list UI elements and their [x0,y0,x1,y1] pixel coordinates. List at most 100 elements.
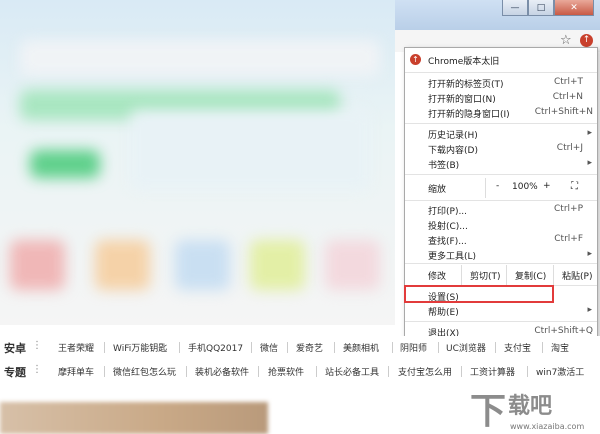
copy-label: 复制(C) [515,272,547,282]
row-link[interactable]: 淘宝 [551,341,569,354]
maximize-icon[interactable]: □ [528,0,554,16]
menu-item-downloads[interactable]: 下载内容(D) Ctrl+J [405,141,597,156]
outdated-chrome-label: Chrome版本太旧 [428,57,500,67]
menu-item-shortcut: Ctrl+F [554,234,583,244]
menu-item-label: 打开新的窗口(N) [428,95,496,105]
menu-separator [405,200,597,201]
row-divider [388,366,389,377]
menu-item-cast[interactable]: 投射(C)... [405,217,597,232]
submenu-arrow-icon: ▸ [587,249,592,259]
menu-item-print[interactable]: 打印(P)... Ctrl+P [405,202,597,217]
update-menu-icon[interactable]: ↑ [580,34,593,47]
zoom-controls: - 100% + [485,178,570,198]
row-link[interactable]: 抢票软件 [268,365,304,378]
menu-item-label: 投射(C)... [428,222,468,232]
row-link[interactable]: 微信 [260,341,278,354]
row-link[interactable]: 摩拜单车 [58,365,94,378]
menu-item-shortcut: Ctrl+T [553,77,583,87]
row-divider [495,342,496,353]
menu-item-new-tab[interactable]: 打开新的标签页(T) Ctrl+T [405,75,597,90]
submenu-arrow-icon: ▸ [587,305,592,315]
menu-item-label: 打开新的标签页(T) [428,80,504,90]
row-link[interactable]: win7激活工 [536,365,584,378]
row-divider [179,342,180,353]
row-arrow-icon: ⋮ [32,340,42,351]
row-title: 专题 [4,366,26,379]
menu-separator [405,174,597,175]
zoom-row: 缩放 - 100% + ⛶ [405,178,597,198]
menu-item-label: 查找(F)... [428,237,467,247]
menu-item-label: 更多工具(L) [428,252,477,262]
menu-item-label: 历史记录(H) [428,131,478,141]
android-row: 安卓 ⋮ 王者荣耀 WiFi万能钥匙 手机QQ2017 微信 爱奇艺 美颜相机 … [0,336,600,358]
menu-item-shortcut: Ctrl+Shift+N [534,107,593,117]
close-icon[interactable]: ✕ [554,0,594,16]
menu-item-label: 帮助(E) [428,308,459,318]
menu-item-help[interactable]: 帮助(E) ▸ [405,303,597,318]
menu-item-incognito[interactable]: 打开新的隐身窗口(I) Ctrl+Shift+N [405,105,597,120]
outdated-chrome-banner[interactable]: ↑ Chrome版本太旧 [405,48,597,72]
row-link[interactable]: 支付宝怎么用 [398,365,452,378]
menu-item-history[interactable]: 历史记录(H) ▸ [405,126,597,141]
row-link[interactable]: 站长必备工具 [325,365,379,378]
row-link[interactable]: 支付宝 [504,341,531,354]
window-controls: — □ ✕ [502,0,594,16]
menu-item-find[interactable]: 查找(F)... Ctrl+F [405,232,597,247]
minimize-icon[interactable]: — [502,0,528,16]
menu-item-shortcut: Ctrl+N [552,92,583,102]
zoom-in-button[interactable]: + [543,181,551,191]
row-link[interactable]: 手机QQ2017 [188,341,243,354]
zoom-out-button[interactable]: - [496,181,499,191]
copy-button[interactable]: 复制(C) [506,265,554,285]
row-divider [186,366,187,377]
row-divider [334,342,335,353]
row-divider [104,366,105,377]
menu-separator [405,123,597,124]
watermark-url: www.xiazaiba.com [510,422,585,431]
submenu-arrow-icon: ▸ [587,128,592,138]
star-icon[interactable]: ☆ [560,33,572,48]
row-divider [258,366,259,377]
blurred-banner-image [0,402,268,434]
menu-separator [405,263,597,264]
row-link[interactable]: 王者荣耀 [58,341,94,354]
submenu-arrow-icon: ▸ [587,158,592,168]
row-divider [438,342,439,353]
row-link[interactable]: 爱奇艺 [296,341,323,354]
watermark-text: 载吧 [508,394,553,419]
paste-label: 粘贴(P) [562,272,593,282]
row-link[interactable]: 装机必备软件 [195,365,249,378]
row-title: 安卓 [4,342,26,355]
row-divider [104,342,105,353]
menu-item-bookmarks[interactable]: 书签(B) ▸ [405,156,597,171]
menu-separator [405,72,597,73]
menu-item-more-tools[interactable]: 更多工具(L) ▸ [405,247,597,262]
settings-highlight-box [404,285,554,303]
menu-item-new-window[interactable]: 打开新的窗口(N) Ctrl+N [405,90,597,105]
edit-label: 修改 [428,272,447,282]
row-divider [527,366,528,377]
zoom-label: 缩放 [428,185,447,195]
menu-item-label: 书签(B) [428,161,460,171]
row-divider [251,342,252,353]
row-link[interactable]: 工资计算器 [470,365,515,378]
row-link[interactable]: 阴阳师 [400,341,427,354]
row-divider [461,366,462,377]
menu-item-label: 下载内容(D) [428,146,478,156]
cut-label: 剪切(T) [470,272,501,282]
row-divider [542,342,543,353]
menu-separator [405,321,597,322]
fullscreen-icon[interactable]: ⛶ [571,181,583,193]
menu-item-shortcut: Ctrl+J [556,143,583,153]
menu-item-label: 打印(P)... [428,207,468,217]
row-divider [287,342,288,353]
row-link[interactable]: 美颜相机 [343,341,379,354]
topics-row: 专题 ⋮ 摩拜单车 微信红包怎么玩 装机必备软件 抢票软件 站长必备工具 支付宝… [0,360,600,382]
paste-button[interactable]: 粘贴(P) [553,265,598,285]
row-divider [392,342,393,353]
row-link[interactable]: WiFi万能钥匙 [113,341,167,354]
row-link[interactable]: 微信红包怎么玩 [113,365,176,378]
cut-button[interactable]: 剪切(T) [461,265,507,285]
row-divider [316,366,317,377]
row-link[interactable]: UC浏览器 [446,341,486,354]
